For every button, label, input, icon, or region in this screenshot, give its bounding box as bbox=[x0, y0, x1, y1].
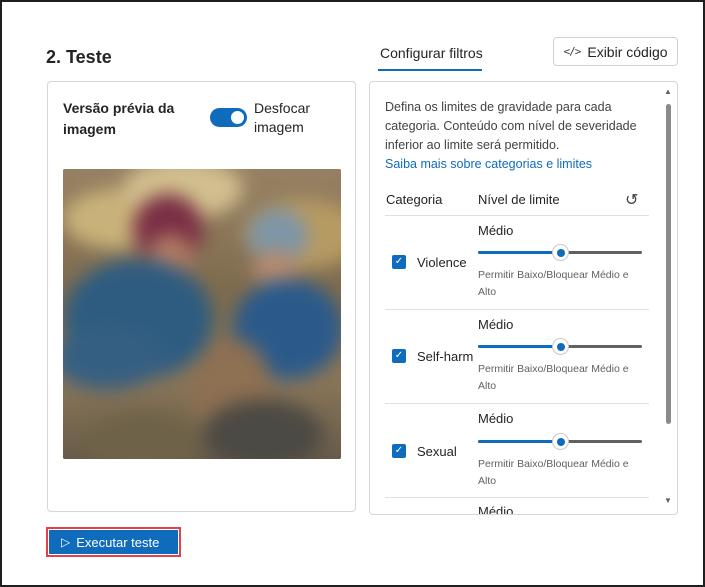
level-hint: Permitir Baixo/Bloquear Médio e Alto bbox=[478, 363, 629, 392]
play-icon: ▷ bbox=[61, 535, 71, 549]
level-label: Médio bbox=[478, 504, 514, 515]
filter-row-sexual: Médio ✓ Sexual Permitir Baixo/Bloquear M… bbox=[385, 404, 649, 498]
filters-description: Defina os limites de gravidade para cada… bbox=[385, 98, 650, 174]
tab-configure-filters[interactable]: Configurar filtros bbox=[380, 45, 483, 61]
category-label: Self-harm bbox=[417, 349, 474, 364]
view-code-button[interactable]: </> Exibir código bbox=[553, 37, 678, 66]
filter-row-violence: Médio ✓ Violence Permitir Baixo/Bloquear… bbox=[385, 216, 649, 310]
window-frame: 2. Teste Configurar filtros </> Exibir c… bbox=[0, 0, 705, 587]
preview-image bbox=[63, 169, 341, 459]
slider-thumb[interactable] bbox=[553, 434, 568, 449]
level-label: Médio bbox=[478, 411, 514, 426]
filter-row-self-harm: Médio ✓ Self-harm Permitir Baixo/Bloquea… bbox=[385, 310, 649, 404]
level-label: Médio bbox=[478, 317, 514, 332]
checkbox-sexual[interactable]: ✓ bbox=[392, 444, 406, 458]
slider-thumb[interactable] bbox=[553, 339, 568, 354]
code-icon: </> bbox=[563, 45, 581, 58]
checkbox-self-harm[interactable]: ✓ bbox=[392, 349, 406, 363]
view-code-label: Exibir código bbox=[587, 43, 668, 60]
scroll-up-arrow-icon[interactable]: ▲ bbox=[664, 87, 672, 96]
filter-row-partial: Médio bbox=[385, 498, 649, 515]
filters-table-header: Categoria Nível de limite ↺ bbox=[385, 190, 649, 216]
level-hint: Permitir Baixo/Bloquear Médio e Alto bbox=[478, 458, 629, 487]
category-label: Violence bbox=[417, 255, 467, 270]
active-tab-indicator bbox=[378, 69, 482, 71]
slider-fill bbox=[478, 440, 560, 443]
threshold-slider[interactable] bbox=[478, 245, 642, 260]
run-test-label: Executar teste bbox=[76, 534, 160, 550]
threshold-slider[interactable] bbox=[478, 434, 642, 449]
blur-toggle[interactable] bbox=[210, 108, 247, 127]
scroll-down-arrow-icon[interactable]: ▼ bbox=[664, 496, 672, 505]
slider-fill bbox=[478, 251, 560, 254]
run-test-button[interactable]: ▷ Executar teste bbox=[49, 530, 178, 554]
threshold-slider[interactable] bbox=[478, 339, 642, 354]
filters-description-text: Defina os limites de gravidade para cada… bbox=[385, 100, 637, 152]
section-title: 2. Teste bbox=[46, 47, 112, 67]
blur-toggle-label: Desfocar imagem bbox=[254, 100, 311, 135]
level-hint: Permitir Baixo/Bloquear Médio e Alto bbox=[478, 269, 629, 298]
category-column-header: Categoria bbox=[386, 192, 443, 207]
scrollbar-thumb[interactable] bbox=[666, 104, 671, 424]
filters-panel: Defina os limites de gravidade para cada… bbox=[369, 81, 678, 515]
checkbox-violence[interactable]: ✓ bbox=[392, 255, 406, 269]
preview-title: Versão prévia da imagem bbox=[63, 100, 175, 137]
slider-fill bbox=[478, 345, 560, 348]
slider-thumb[interactable] bbox=[553, 245, 568, 260]
learn-more-link[interactable]: Saiba mais sobre categorias e limites bbox=[385, 155, 650, 174]
level-label: Médio bbox=[478, 223, 514, 238]
image-preview-card: Versão prévia da imagem Desfocar imagem bbox=[47, 81, 356, 512]
threshold-column-header: Nível de limite bbox=[478, 192, 560, 207]
reset-icon[interactable]: ↺ bbox=[625, 190, 638, 210]
category-label: Sexual bbox=[417, 444, 457, 459]
